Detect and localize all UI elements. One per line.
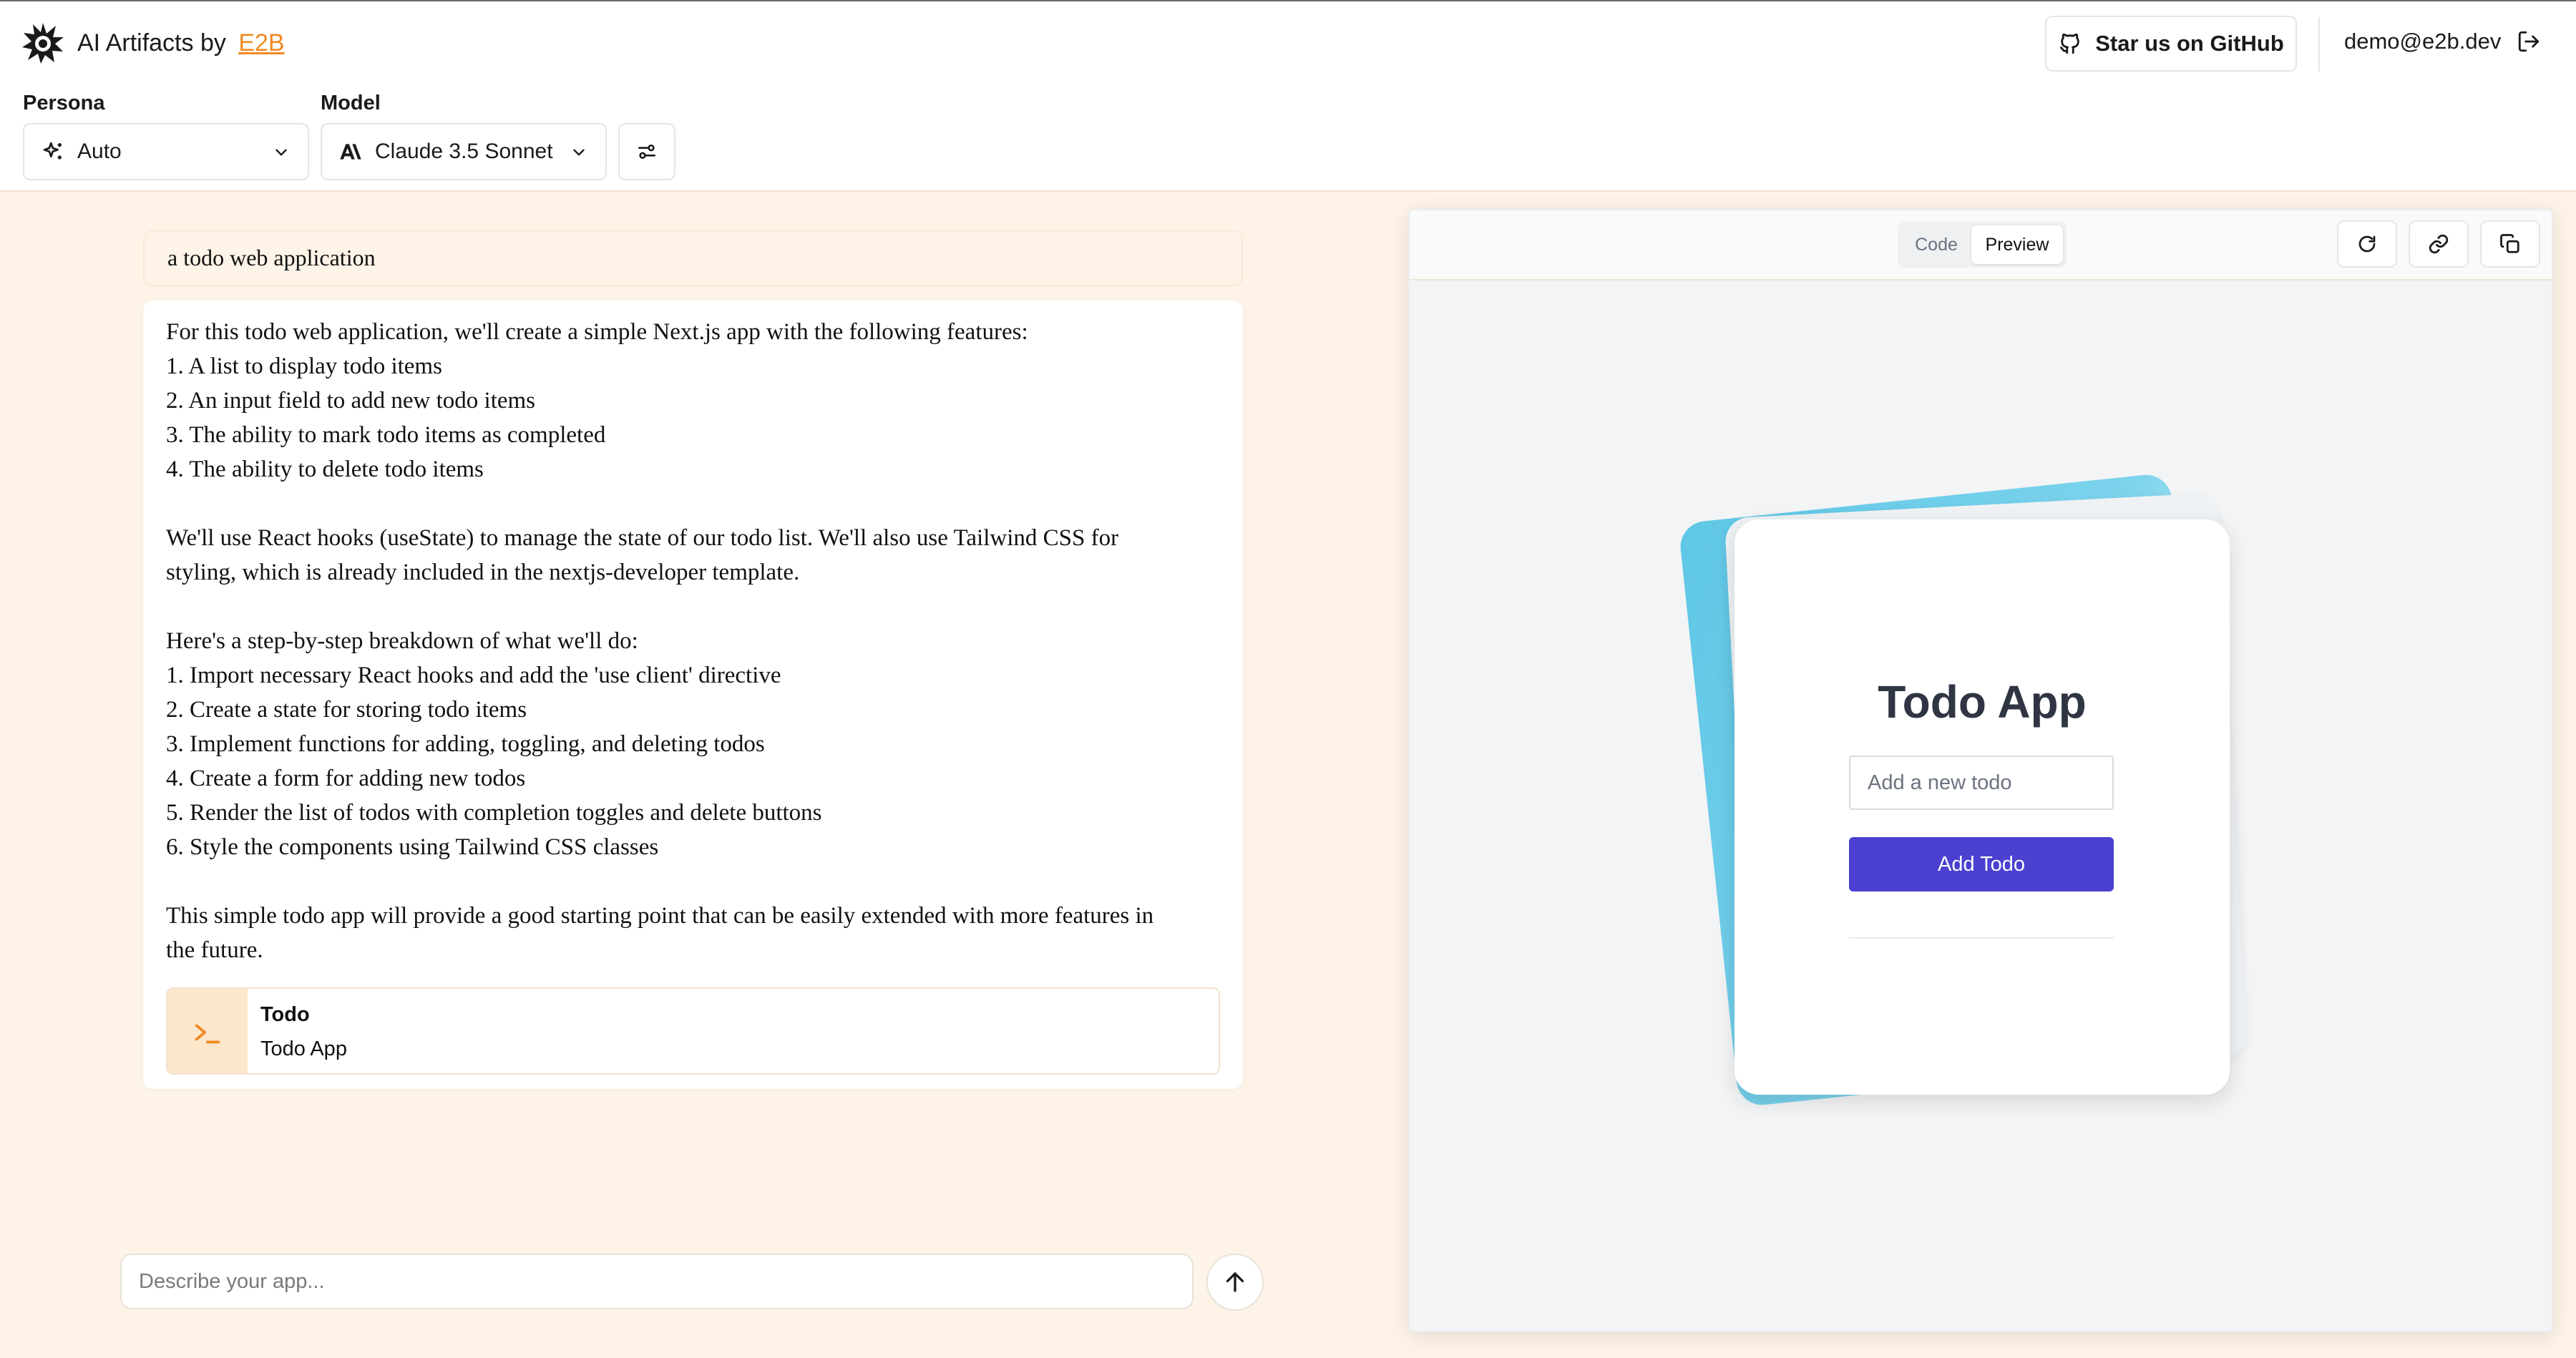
assistant-line: 4. Create a form for adding new todos — [166, 766, 526, 791]
refresh-button[interactable] — [2337, 220, 2397, 268]
artifact-card[interactable]: Todo Todo App — [166, 987, 1220, 1075]
artifact-title: Todo — [260, 1003, 310, 1026]
todo-app-title: Todo App — [1878, 676, 2087, 728]
model-settings-button[interactable] — [618, 123, 675, 180]
persona-value: Auto — [77, 140, 122, 163]
user-message: a todo web application — [143, 230, 1243, 286]
artifact-panel: Code Preview Todo App Add Todo — [1408, 209, 2553, 1332]
assistant-line: 3. The ability to mark todo items as com… — [166, 422, 606, 448]
logout-icon[interactable] — [2517, 29, 2541, 54]
brand-title: AI Artifacts by E2B — [77, 29, 285, 57]
copy-link-button[interactable] — [2409, 220, 2469, 268]
assistant-line: For this todo web application, we'll cre… — [166, 319, 1028, 345]
e2b-logo-icon — [22, 23, 64, 64]
artifact-subtitle: Todo App — [260, 1037, 347, 1060]
artifact-icon-box — [167, 989, 248, 1073]
todo-app-card: Todo App Add Todo — [1735, 519, 2230, 1095]
model-label: Model — [321, 92, 381, 114]
assistant-line: the future. — [166, 937, 263, 963]
assistant-line: 5. Render the list of todos with complet… — [166, 800, 822, 826]
assistant-line: 3. Implement functions for adding, toggl… — [166, 731, 765, 757]
new-todo-input[interactable] — [1849, 756, 2114, 810]
chevron-down-icon — [275, 149, 287, 156]
arrow-up-icon — [1226, 1272, 1244, 1292]
todo-list-divider — [1849, 937, 2114, 939]
anthropic-icon — [340, 144, 361, 160]
header-divider — [2318, 17, 2320, 72]
add-todo-button[interactable]: Add Todo — [1849, 837, 2114, 892]
tab-code[interactable]: Code — [1901, 225, 1971, 264]
user-email: demo@e2b.dev — [2344, 29, 2502, 54]
star-github-label: Star us on GitHub — [2095, 31, 2284, 56]
sparkles-icon — [43, 142, 62, 160]
github-icon — [2060, 33, 2079, 54]
assistant-line: 1. A list to display todo items — [166, 353, 442, 379]
assistant-line: styling, which is already included in th… — [166, 560, 800, 585]
chat-input[interactable] — [120, 1254, 1194, 1309]
assistant-line: This simple todo app will provide a good… — [166, 903, 1154, 929]
settings-sliders-icon — [638, 145, 655, 159]
assistant-line: 4. The ability to delete todo items — [166, 456, 484, 482]
assistant-line: 6. Style the components using Tailwind C… — [166, 834, 659, 860]
assistant-line: Here's a step-by-step breakdown of what … — [166, 628, 638, 654]
star-github-button[interactable]: Star us on GitHub — [2045, 16, 2297, 72]
link-icon — [2429, 234, 2449, 254]
view-tabs: Code Preview — [1898, 222, 2067, 268]
chevron-down-icon — [573, 149, 585, 156]
copy-icon — [2500, 234, 2519, 253]
model-select[interactable]: Claude 3.5 Sonnet — [321, 123, 607, 180]
e2b-link[interactable]: E2B — [238, 29, 284, 57]
user-menu[interactable]: demo@e2b.dev — [2344, 29, 2541, 54]
persona-label: Persona — [23, 92, 105, 114]
panel-toolbar: Code Preview — [1410, 210, 2552, 280]
assistant-line: 2. Create a state for storing todo items — [166, 697, 527, 723]
refresh-icon — [2358, 235, 2376, 253]
copy-button[interactable] — [2480, 220, 2540, 268]
top-bar: AI Artifacts by E2B Star us on GitHub de… — [0, 0, 2576, 192]
model-value: Claude 3.5 Sonnet — [375, 140, 553, 163]
assistant-line: 2. An input field to add new todo items — [166, 388, 536, 414]
persona-select[interactable]: Auto — [23, 123, 309, 180]
brand-prefix: AI Artifacts by — [77, 29, 233, 57]
assistant-line: We'll use React hooks (useState) to mana… — [166, 525, 1119, 551]
assistant-message: For this todo web application, we'll cre… — [143, 301, 1243, 1089]
brand: AI Artifacts by E2B — [21, 21, 285, 64]
tab-preview[interactable]: Preview — [1971, 225, 2063, 264]
assistant-line: 1. Import necessary React hooks and add … — [166, 663, 781, 688]
terminal-icon — [195, 1024, 220, 1044]
send-button[interactable] — [1206, 1254, 1264, 1311]
assistant-message-text: For this todo web application, we'll cre… — [166, 315, 1221, 967]
